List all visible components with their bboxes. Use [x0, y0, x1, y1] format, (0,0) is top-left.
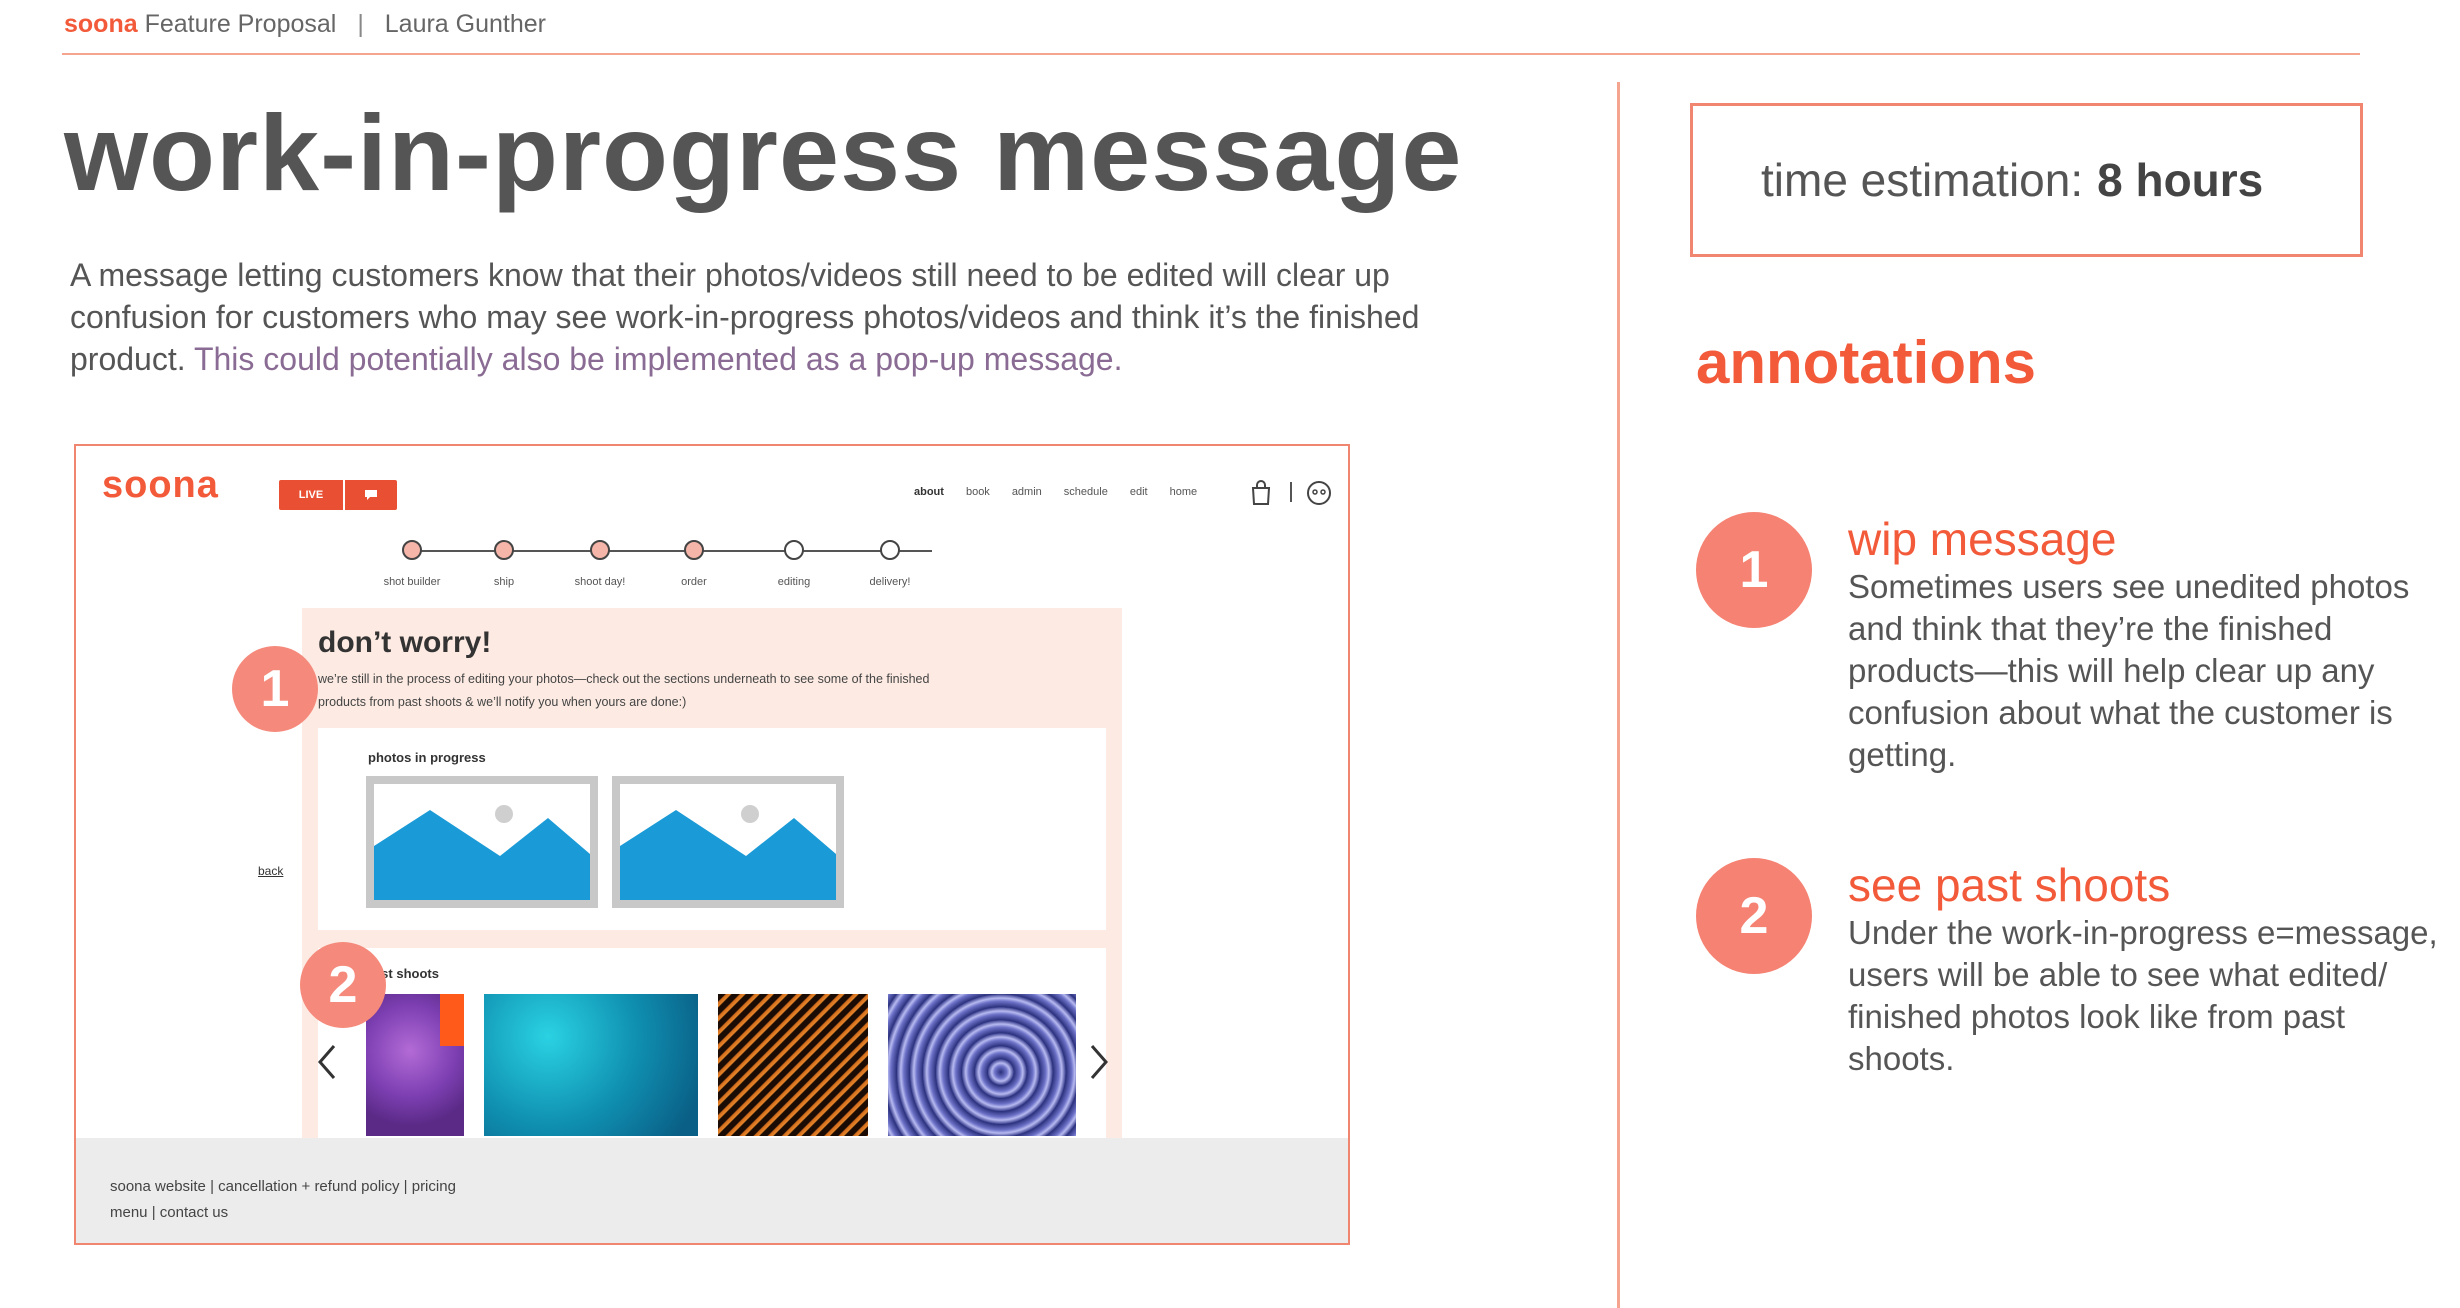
annotation-body: Sometimes users see unedited photos and … [1848, 568, 2410, 773]
step-dot-pending [784, 540, 804, 560]
step-dot-done [590, 540, 610, 560]
annotation-body: Under the work-in-progress e=message, us… [1848, 914, 2438, 1077]
step-dot-pending [880, 540, 900, 560]
past-shoot-thumbnail[interactable] [888, 994, 1076, 1136]
estimate-value: 8 hours [2097, 154, 2264, 206]
past-shoot-thumbnail[interactable] [718, 994, 868, 1136]
column-divider [1617, 82, 1620, 1308]
footer-links-2[interactable]: menu | contact us [110, 1204, 228, 1221]
time-estimate-box: time estimation: 8 hours [1690, 103, 2363, 257]
wip-mockup: soona LIVE about book admin schedule edi… [74, 444, 1350, 1245]
photo-placeholder[interactable] [366, 776, 598, 908]
chevron-left-icon[interactable] [316, 1042, 338, 1087]
mockup-footer: soona website | cancellation + refund po… [76, 1138, 1348, 1243]
mockup-marker-2: 2 [300, 942, 386, 1028]
mockup-logo[interactable]: soona [102, 464, 219, 507]
chevron-right-icon[interactable] [1088, 1042, 1110, 1087]
step-dot-done [684, 540, 704, 560]
live-label: LIVE [279, 480, 345, 510]
header-separator: | [357, 10, 364, 38]
back-link[interactable]: back [258, 864, 283, 878]
brand-name: soona [64, 10, 138, 38]
profile-icon[interactable] [1306, 480, 1332, 511]
doc-title: Feature Proposal [144, 10, 337, 38]
annotation-number: 2 [1696, 858, 1812, 974]
live-badge[interactable]: LIVE [279, 480, 397, 510]
nav-about[interactable]: about [914, 486, 944, 498]
annotation-heading: wip message [1848, 513, 2117, 565]
step-dot-done [402, 540, 422, 560]
past-shoot-thumbnail[interactable] [484, 994, 698, 1136]
page-title: work-in-progress message [64, 92, 1463, 213]
progress-tracker-line [412, 550, 932, 552]
step-label: delivery! [869, 576, 911, 588]
message-title: don’t worry! [318, 626, 492, 659]
nav-schedule[interactable]: schedule [1064, 486, 1108, 498]
annotation-number: 1 [1696, 512, 1812, 628]
chat-icon[interactable] [345, 480, 397, 510]
step-label: editing [777, 576, 811, 588]
past-shoot-thumbnail[interactable] [366, 994, 464, 1136]
step-label: ship [493, 576, 515, 588]
shopping-bag-icon[interactable] [1250, 480, 1272, 511]
step-label: order [681, 576, 707, 588]
header-divider [62, 53, 2360, 55]
nav-divider [1290, 482, 1292, 502]
mockup-nav: about book admin schedule edit home [914, 486, 1197, 498]
step-dot-done [494, 540, 514, 560]
message-text: we’re still in the process of editing yo… [318, 672, 930, 709]
photo-placeholder[interactable] [612, 776, 844, 908]
author-name: Laura Gunther [384, 10, 546, 38]
mockup-marker-1: 1 [232, 646, 318, 732]
nav-edit[interactable]: edit [1130, 486, 1148, 498]
nav-admin[interactable]: admin [1012, 486, 1042, 498]
intro-paragraph: A message letting customers know that th… [70, 254, 1470, 380]
nav-home[interactable]: home [1170, 486, 1198, 498]
estimate-label: time estimation: [1761, 154, 2084, 206]
intro-highlight: This could potentially also be implement… [185, 341, 1123, 377]
annotation-heading: see past shoots [1848, 859, 2171, 911]
slide-header: soona Feature Proposal | Laura Gunther [64, 10, 546, 39]
nav-book[interactable]: book [966, 486, 990, 498]
annotations-title: annotations [1696, 329, 2036, 396]
photos-in-progress-title: photos in progress [368, 750, 486, 765]
footer-links-1[interactable]: soona website | cancellation + refund po… [110, 1178, 456, 1195]
